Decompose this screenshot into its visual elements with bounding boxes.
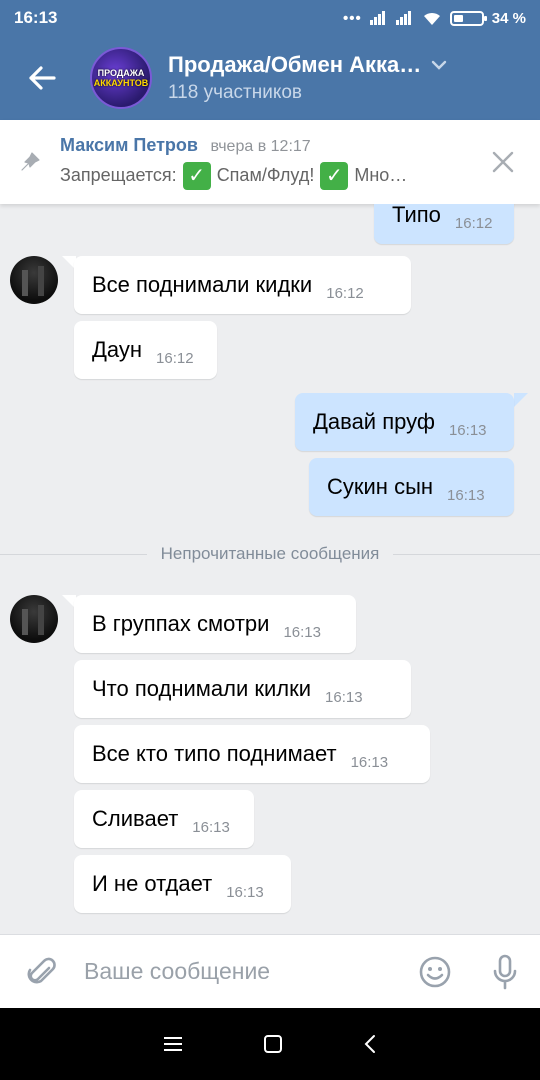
message-time: 16:13 bbox=[447, 487, 485, 504]
message-bubble-incoming[interactable]: Сливает 16:13 bbox=[74, 790, 254, 848]
pinned-message[interactable]: Максим Петров вчера в 12:17 Запрещается:… bbox=[0, 120, 540, 204]
chevron-down-icon bbox=[432, 60, 447, 70]
microphone-icon bbox=[493, 954, 517, 989]
check-mark-icon: ✓ bbox=[182, 161, 211, 190]
message-bubble-incoming[interactable]: Что поднимали килки 16:13 bbox=[74, 660, 411, 718]
chat-title: Продажа/Обмен Акка… bbox=[168, 52, 422, 77]
message-time: 16:13 bbox=[350, 754, 389, 771]
message-time: 16:13 bbox=[226, 884, 264, 901]
emoji-button[interactable] bbox=[400, 955, 470, 989]
battery-icon bbox=[449, 10, 487, 26]
message-text: В группах смотри bbox=[92, 611, 270, 636]
message-text: Давай пруф bbox=[313, 409, 435, 434]
message-input[interactable]: Ваше сообщение bbox=[84, 958, 400, 985]
pinned-author: Максим Петров bbox=[60, 134, 198, 155]
message-bubble-outgoing[interactable]: Типо 16:12 bbox=[374, 204, 514, 244]
avatar-text-2: АККАУНТОВ bbox=[93, 78, 149, 88]
sender-avatar[interactable] bbox=[10, 256, 58, 304]
status-bar: 16:13 ••• 34 % bbox=[0, 0, 540, 36]
chat-subtitle: 118 участников bbox=[168, 82, 303, 103]
close-icon bbox=[492, 151, 514, 173]
unread-divider-text: Непрочитанные сообщения bbox=[160, 544, 380, 563]
avatar-text-1: ПРОДАЖА bbox=[97, 68, 145, 78]
message-text: Все поднимали кидки bbox=[92, 272, 313, 297]
menu-icon[interactable] bbox=[163, 1036, 183, 1052]
back-arrow-icon bbox=[29, 66, 56, 90]
unread-divider: Непрочитанные сообщения bbox=[0, 544, 540, 564]
signal-icon bbox=[369, 11, 388, 25]
message-time: 16:13 bbox=[325, 689, 363, 706]
message-bubble-incoming[interactable]: Даун 16:12 bbox=[74, 321, 217, 379]
message-bubble-outgoing[interactable]: Сукин сын 16:13 bbox=[309, 458, 514, 516]
chat-header: ПРОДАЖА АККАУНТОВ Продажа/Обмен Акка… 11… bbox=[0, 36, 540, 120]
message-bubble-incoming[interactable]: И не отдает 16:13 bbox=[74, 855, 291, 913]
pin-icon bbox=[21, 152, 40, 171]
message-text: Даун bbox=[92, 337, 143, 362]
message-text: Что поднимали килки bbox=[92, 676, 312, 701]
message-bubble-incoming[interactable]: Все поднимали кидки 16:12 bbox=[74, 256, 411, 314]
system-nav-bar bbox=[0, 1008, 540, 1080]
pinned-text-item2: Мно… bbox=[354, 165, 408, 185]
status-time: 16:13 bbox=[14, 8, 58, 27]
message-text: Сукин сын bbox=[327, 474, 434, 499]
close-pinned-button[interactable] bbox=[466, 151, 540, 173]
paperclip-icon bbox=[27, 957, 56, 983]
pinned-text-item1: Спам/Флуд! bbox=[216, 165, 315, 185]
group-avatar[interactable]: ПРОДАЖА АККАУНТОВ bbox=[90, 47, 152, 109]
wifi-icon bbox=[423, 12, 440, 25]
message-bubble-outgoing[interactable]: Давай пруф 16:13 bbox=[295, 393, 514, 451]
attach-button[interactable] bbox=[0, 956, 84, 988]
message-text: Все кто типо поднимает bbox=[92, 741, 337, 766]
message-time: 16:13 bbox=[283, 624, 321, 641]
message-time: 16:13 bbox=[448, 422, 487, 439]
bubble-tail bbox=[514, 393, 528, 407]
message-time: 16:12 bbox=[326, 285, 364, 302]
message-feed[interactable]: Типо 16:12 Все поднимали кидки 16:12 Дау… bbox=[0, 204, 540, 934]
check-mark-icon-2: ✓ bbox=[320, 161, 349, 190]
message-text: Сливает bbox=[92, 806, 179, 831]
pinned-time: вчера в 12:17 bbox=[210, 137, 311, 155]
pinned-text-prefix: Запрещается: bbox=[60, 165, 177, 185]
nav-back-icon[interactable] bbox=[363, 1034, 377, 1054]
emoji-icon bbox=[419, 956, 451, 987]
home-square-icon[interactable] bbox=[263, 1034, 283, 1054]
message-text: И не отдает bbox=[92, 871, 213, 896]
battery-percent: 34 % bbox=[491, 9, 526, 27]
message-time: 16:12 bbox=[454, 215, 493, 232]
back-button[interactable] bbox=[0, 36, 84, 120]
message-time: 16:13 bbox=[192, 819, 230, 836]
dots-icon: ••• bbox=[343, 9, 362, 27]
voice-message-button[interactable] bbox=[470, 953, 540, 991]
message-text: Типо bbox=[392, 204, 441, 227]
message-bubble-incoming[interactable]: В группах смотри 16:13 bbox=[74, 595, 356, 653]
signal-icon-2 bbox=[395, 11, 414, 25]
sender-avatar[interactable] bbox=[10, 595, 58, 643]
message-bubble-incoming[interactable]: Все кто типо поднимает 16:13 bbox=[74, 725, 430, 783]
chat-info[interactable]: Продажа/Обмен Акка… 118 участников bbox=[168, 52, 447, 104]
message-time: 16:12 bbox=[156, 350, 194, 367]
composer: Ваше сообщение bbox=[0, 934, 540, 1008]
